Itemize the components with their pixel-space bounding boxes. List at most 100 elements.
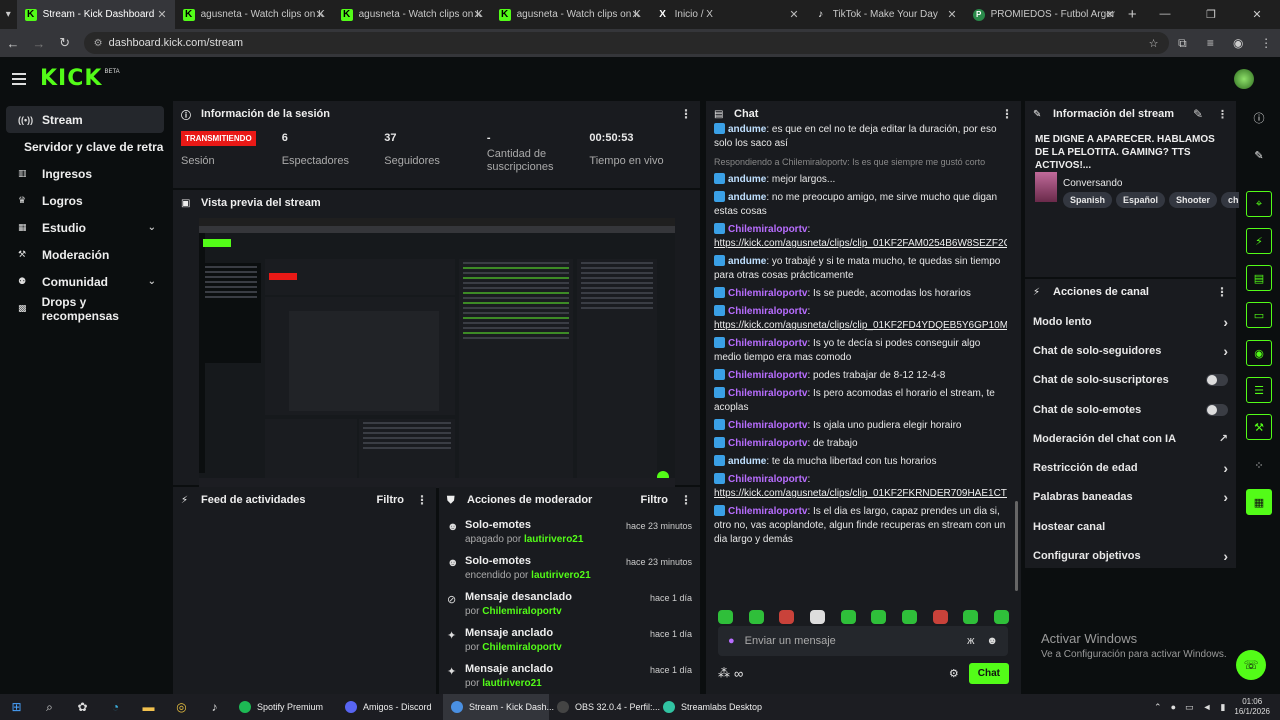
external-link-icon[interactable]: ↗ [1219,432,1228,445]
channel-action-row[interactable]: Hostear canal [1025,512,1236,541]
sidebar-item[interactable]: Servidor y clave de retransm [6,133,164,160]
close-window-icon[interactable]: ✕ [1234,8,1280,21]
emote-icon[interactable] [932,610,948,624]
tab-close-icon[interactable]: ✕ [631,8,640,21]
category-name[interactable]: Conversando [1063,178,1122,189]
chat-username[interactable]: andume [728,192,766,203]
network-icon[interactable]: ▭ [1185,702,1194,713]
profile-icon[interactable]: ◉ [1224,36,1252,50]
microphone-icon[interactable]: ● [728,635,735,647]
stream-tag[interactable]: Spanish [1063,192,1113,208]
toggle-switch[interactable] [1206,374,1228,387]
modactions-menu-icon[interactable]: ⋮ [680,493,692,507]
kick-emotes-icon[interactable]: ж [967,635,974,647]
info-circle-icon[interactable]: ⓘ [1246,105,1272,131]
stream-preview-video[interactable] [199,218,675,488]
browser-tab[interactable]: X Inicio / X ✕ [649,0,807,29]
browser-tab[interactable]: Kagusneta - Watch clips on Kick ✕ [175,0,333,29]
site-info-icon[interactable]: ⚙ [94,38,103,49]
new-tab-button[interactable]: + [1123,6,1142,23]
tab-close-icon[interactable]: ✕ [1105,8,1114,21]
modactions-filter-button[interactable]: Filtro [641,494,669,506]
sidebar-item[interactable]: ▥ Ingresos [6,160,164,187]
clapper-icon[interactable]: ▦ [1246,489,1272,515]
mod-action-user[interactable]: Chilemiraloportv [482,642,561,653]
chat-settings-icon[interactable]: ⚙ [949,667,959,680]
support-chat-icon[interactable]: ☏ [1236,650,1266,680]
chat-username[interactable]: Chilemiraloportv [728,420,807,431]
channel-action-row[interactable]: Modo lento › [1025,307,1236,336]
search-icon[interactable]: ⌕ [33,694,66,720]
users-rail-icon[interactable]: ☰ [1246,377,1272,403]
menu-icon[interactable]: ⋮ [1252,36,1280,50]
kick-logo[interactable]: KICK [40,66,102,91]
chat-input[interactable]: ● Enviar un mensaje ж ☻ [718,626,1008,656]
user-avatar[interactable] [1234,69,1254,89]
chat-username[interactable]: Chilemiraloportv [728,474,807,485]
tab-close-icon[interactable]: ✕ [157,8,166,21]
stream-tag[interactable]: Shooter [1169,192,1218,208]
chat-scrollbar[interactable] [1015,501,1018,591]
focus-icon[interactable]: ⌖ [1246,191,1272,217]
chat-username[interactable]: Chilemiraloportv [728,506,807,517]
chat-username[interactable]: Chilemiraloportv [728,370,807,381]
sidebar-item[interactable]: ⚉ Comunidad ⌄ [6,268,164,295]
chat-messages[interactable]: andume: es que en cel no te deja editar … [714,123,1007,602]
browser-tab[interactable]: P PROMIEDOS - Futbol Argentin...✕ [965,0,1123,29]
channel-action-row[interactable]: Chat de solo-suscriptores [1025,366,1236,395]
taskbar-app[interactable]: OBS 32.0.4 - Perfil:... [549,694,660,720]
chat-link[interactable]: https://kick.com/agusneta/clips/clip_01K… [714,238,1007,249]
chat-username[interactable]: Chilemiraloportv [728,388,807,399]
chat-username[interactable]: andume [728,256,766,267]
wrench-rail-icon[interactable]: ⚒ [1246,414,1272,440]
chat-username[interactable]: Chilemiraloportv [728,288,807,299]
tab-close-icon[interactable]: ✕ [947,8,956,21]
emote-icon[interactable] [963,610,979,624]
forward-icon[interactable]: → [26,36,52,51]
windows-start-icon[interactable]: ⊞ [0,694,33,720]
chat-link[interactable]: https://kick.com/agusneta/clips/clip_01K… [714,488,1007,499]
copilot-icon[interactable]: ✿ [66,694,99,720]
chat-username[interactable]: andume [728,124,766,135]
points-icon[interactable]: ⁂ [718,666,730,680]
sidebar-item[interactable]: ▩ Drops y recompensas [6,295,164,323]
feed-filter-button[interactable]: Filtro [377,494,405,506]
chat-username[interactable]: Chilemiraloportv [728,438,807,449]
send-chat-button[interactable]: Chat [968,662,1009,684]
extensions-icon[interactable]: ⧉ [1169,36,1197,51]
tab-close-icon[interactable]: ✕ [789,8,798,21]
taskbar-app[interactable]: Amigos - Discord [337,694,443,720]
mod-action-user[interactable]: lautirivero21 [524,534,583,545]
chat-username[interactable]: Chilemiraloportv [728,224,807,235]
sidebar-item[interactable]: ♛ Logros [6,187,164,214]
mod-action-user[interactable]: Chilemiraloportv [482,606,561,617]
file-explorer-icon[interactable]: ▬ [132,694,165,720]
reload-icon[interactable]: ↻ [52,35,78,51]
tiktok-taskbar-icon[interactable]: ♪ [198,694,231,720]
emote-icon[interactable] [993,610,1009,624]
chrome-icon[interactable]: ◎ [165,694,198,720]
mod-action-user[interactable]: lautirivero21 [531,570,590,581]
emote-icon[interactable] [779,610,795,624]
media-icon[interactable]: ≡ [1196,36,1224,50]
session-menu-icon[interactable]: ⋮ [680,107,692,121]
browser-tab[interactable]: ♪ TikTok - Make Your Day ✕ [807,0,965,29]
sidebar-item[interactable]: ▦ Estudio ⌄ [6,214,164,241]
maximize-icon[interactable]: ❐ [1188,8,1234,21]
tab-close-icon[interactable]: ✕ [473,8,482,21]
bookmark-star-icon[interactable]: ☆ [1149,37,1159,50]
mod-action-user[interactable]: lautirivero21 [482,678,541,689]
browser-tab[interactable]: Kagusneta - Watch clips on Kick ✕ [333,0,491,29]
channel-action-row[interactable]: Palabras baneadas › [1025,483,1236,512]
edit-stream-icon[interactable]: ✎ [1193,107,1203,121]
dots-rail-icon[interactable]: ⁘ [1246,452,1272,478]
taskbar-app[interactable]: Streamlabs Desktop [655,694,762,720]
stream-info-menu-icon[interactable]: ⋮ [1217,108,1228,121]
lightning-rail-icon[interactable]: ⚡ [1246,228,1272,254]
emote-icon[interactable] [871,610,887,624]
channel-action-row[interactable]: Chat de solo-seguidores › [1025,336,1236,365]
volume-icon[interactable]: ◄ [1203,702,1212,712]
emote-icon[interactable] [718,610,733,624]
mic-tray-icon[interactable]: ● [1171,702,1176,712]
emote-icon[interactable] [840,610,856,624]
